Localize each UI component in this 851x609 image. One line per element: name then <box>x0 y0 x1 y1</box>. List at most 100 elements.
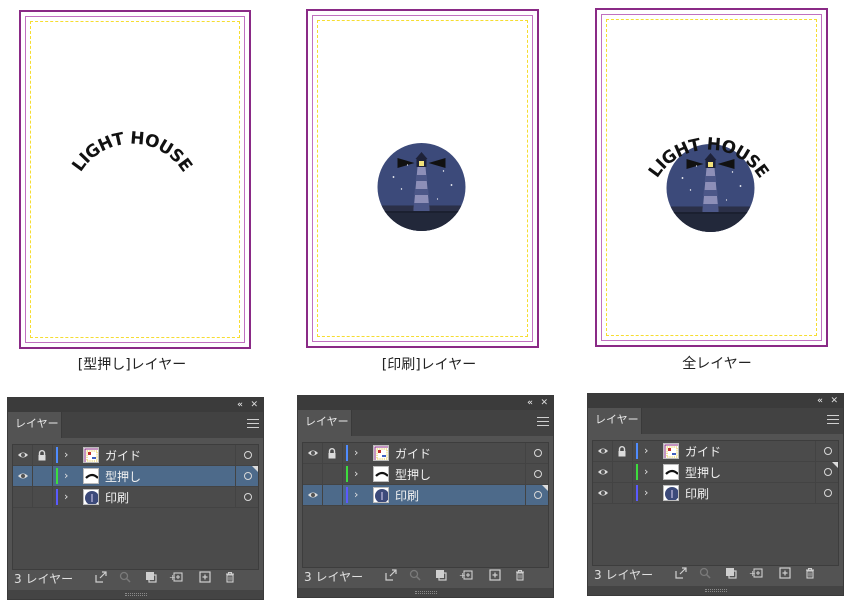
trash-icon[interactable] <box>513 568 527 582</box>
visibility-toggle[interactable] <box>593 441 613 461</box>
target-circle-icon[interactable] <box>244 451 252 459</box>
panel-menu-icon[interactable] <box>537 417 549 427</box>
selection-indicator-icon <box>252 466 258 472</box>
lock-toggle[interactable] <box>323 443 343 463</box>
new-layer-icon[interactable] <box>198 570 212 584</box>
new-sublayer-icon[interactable]: + <box>749 566 763 580</box>
visibility-toggle[interactable] <box>303 443 323 463</box>
layer-row[interactable]: › 印刷 <box>593 483 838 504</box>
lock-toggle[interactable] <box>613 483 633 503</box>
visibility-toggle[interactable] <box>13 466 33 486</box>
new-sublayer-icon[interactable]: + <box>169 570 183 584</box>
visibility-toggle[interactable] <box>13 487 33 507</box>
target-circle-icon[interactable] <box>244 493 252 501</box>
target-divider <box>235 466 236 486</box>
collapse-icon[interactable]: « <box>527 396 533 410</box>
target-circle-icon[interactable] <box>534 491 542 499</box>
target-circle-icon[interactable] <box>534 470 542 478</box>
visibility-toggle[interactable] <box>303 485 323 505</box>
clipping-mask-icon[interactable] <box>144 570 158 584</box>
artboard-preview: LIGHT HOUSE <box>595 8 828 347</box>
layer-name[interactable]: 型押し <box>685 464 721 481</box>
layer-name[interactable]: ガイド <box>685 443 721 460</box>
lock-toggle[interactable] <box>33 445 53 465</box>
lock-toggle[interactable] <box>323 464 343 484</box>
search-icon[interactable] <box>408 568 422 582</box>
new-layer-icon[interactable] <box>488 568 502 582</box>
target-circle-icon[interactable] <box>824 489 832 497</box>
layer-row[interactable]: › ガイド <box>303 443 548 464</box>
visibility-toggle[interactable] <box>593 483 613 503</box>
expand-chevron-icon[interactable]: › <box>644 486 648 499</box>
search-icon[interactable] <box>118 570 132 584</box>
new-sublayer-icon[interactable]: + <box>459 568 473 582</box>
layer-name[interactable]: 型押し <box>395 466 431 483</box>
resize-gripper[interactable] <box>8 590 263 599</box>
expand-chevron-icon[interactable]: › <box>64 490 68 503</box>
collapse-icon[interactable]: « <box>817 394 823 408</box>
layer-row[interactable]: › 型押し <box>593 462 838 483</box>
layer-row[interactable]: › 型押し <box>13 466 258 487</box>
panel-menu-icon[interactable] <box>247 419 259 429</box>
export-icon[interactable] <box>674 566 688 580</box>
lock-toggle[interactable] <box>613 462 633 482</box>
guide-thumbnail-icon <box>84 448 98 462</box>
lock-toggle[interactable] <box>33 466 53 486</box>
panel-footer: 3 レイヤー + <box>8 565 263 589</box>
visibility-toggle[interactable] <box>13 445 33 465</box>
target-circle-icon[interactable] <box>824 468 832 476</box>
layer-row[interactable]: › ガイド <box>593 441 838 462</box>
search-icon[interactable] <box>698 566 712 580</box>
clipping-mask-icon[interactable] <box>724 566 738 580</box>
layers-panel: « ✕ レイヤー › ガイド › 型押し › 印刷 3 レイヤー + <box>587 393 844 596</box>
trash-icon[interactable] <box>223 570 237 584</box>
expand-chevron-icon[interactable]: › <box>354 467 358 480</box>
layer-name[interactable]: 印刷 <box>105 489 129 506</box>
new-layer-icon[interactable] <box>778 566 792 580</box>
target-circle-icon[interactable] <box>534 449 542 457</box>
layer-name[interactable]: 印刷 <box>395 487 419 504</box>
lock-toggle[interactable] <box>323 485 343 505</box>
eye-icon <box>18 473 28 479</box>
target-circle-icon[interactable] <box>824 447 832 455</box>
trash-icon[interactable] <box>803 566 817 580</box>
layer-name[interactable]: ガイド <box>105 447 141 464</box>
expand-chevron-icon[interactable]: › <box>354 488 358 501</box>
close-icon[interactable]: ✕ <box>250 398 258 412</box>
panel-titlebar: « ✕ <box>298 396 553 410</box>
layer-name[interactable]: ガイド <box>395 445 431 462</box>
layer-row[interactable]: › 印刷 <box>303 485 548 506</box>
target-circle-icon[interactable] <box>244 472 252 480</box>
collapse-icon[interactable]: « <box>237 398 243 412</box>
expand-chevron-icon[interactable]: › <box>354 446 358 459</box>
visibility-toggle[interactable] <box>303 464 323 484</box>
resize-gripper[interactable] <box>298 588 553 597</box>
layer-row[interactable]: › 型押し <box>303 464 548 485</box>
layer-row[interactable]: › ガイド <box>13 445 258 466</box>
artwork: LIGHT HOUSE <box>68 128 196 175</box>
resize-gripper[interactable] <box>588 586 843 595</box>
tab-layers[interactable]: レイヤー <box>8 412 62 438</box>
expand-chevron-icon[interactable]: › <box>64 448 68 461</box>
expand-chevron-icon[interactable]: › <box>64 469 68 482</box>
close-icon[interactable]: ✕ <box>540 396 548 410</box>
panel-menu-icon[interactable] <box>827 415 839 425</box>
export-icon[interactable] <box>94 570 108 584</box>
layer-row[interactable]: › 印刷 <box>13 487 258 508</box>
tab-layers[interactable]: レイヤー <box>588 408 642 434</box>
expand-chevron-icon[interactable]: › <box>644 444 648 457</box>
close-icon[interactable]: ✕ <box>830 394 838 408</box>
clipping-mask-icon[interactable] <box>434 568 448 582</box>
target-divider <box>815 441 816 461</box>
lock-icon <box>618 446 626 457</box>
layer-name[interactable]: 型押し <box>105 468 141 485</box>
lock-toggle[interactable] <box>613 441 633 461</box>
tab-layers[interactable]: レイヤー <box>298 410 352 436</box>
layer-name[interactable]: 印刷 <box>685 485 709 502</box>
expand-chevron-icon[interactable]: › <box>644 465 648 478</box>
layer-thumbnail <box>663 464 679 480</box>
export-icon[interactable] <box>384 568 398 582</box>
lock-toggle[interactable] <box>33 487 53 507</box>
layer-thumbnail <box>373 445 389 461</box>
visibility-toggle[interactable] <box>593 462 613 482</box>
